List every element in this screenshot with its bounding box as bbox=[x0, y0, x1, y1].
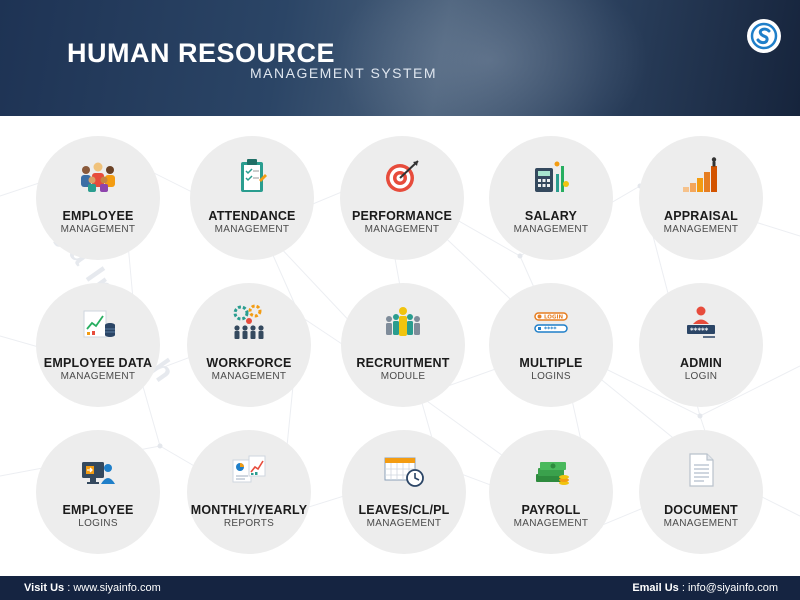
money-stack-icon bbox=[536, 462, 569, 485]
header-photo-shade bbox=[330, 0, 650, 116]
module-title: ADMIN bbox=[680, 356, 722, 370]
svg-text:*****: ***** bbox=[690, 327, 709, 335]
module-title: MULTIPLE bbox=[519, 356, 583, 370]
module-document-management[interactable]: DOCUMENT MANAGEMENT bbox=[639, 430, 763, 554]
module-subtitle: MANAGEMENT bbox=[60, 224, 136, 235]
document-icon bbox=[689, 453, 714, 487]
module-subtitle: LOGINS bbox=[531, 371, 571, 382]
admin-icon: ***** bbox=[687, 306, 715, 338]
module-employee-management[interactable]: EMPLOYEE MANAGEMENT bbox=[36, 136, 160, 260]
module-subtitle: LOGINS bbox=[78, 518, 118, 529]
email-label: Email Us bbox=[632, 582, 679, 594]
module-subtitle: MANAGEMENT bbox=[366, 518, 442, 529]
module-subtitle: MANAGEMENT bbox=[211, 371, 287, 382]
svg-text:LOGIN: LOGIN bbox=[544, 315, 564, 321]
footer-website[interactable]: Visit Us : www.siyainfo.com bbox=[24, 582, 161, 594]
data-chart-icon bbox=[83, 310, 115, 338]
clipboard-icon bbox=[241, 159, 267, 192]
module-subtitle: MODULE bbox=[380, 371, 426, 382]
footer-email[interactable]: Email Us : info@siyainfo.com bbox=[632, 582, 778, 594]
module-title: PERFORMANCE bbox=[351, 209, 453, 223]
candidate-icon bbox=[386, 307, 420, 336]
module-subtitle: MANAGEMENT bbox=[214, 224, 290, 235]
calendar-clock-icon bbox=[384, 457, 424, 487]
module-subtitle: MANAGEMENT bbox=[60, 371, 136, 382]
module-leaves-management[interactable]: LEAVES/CL/PL MANAGEMENT bbox=[342, 430, 466, 554]
module-employee-data-management[interactable]: EMPLOYEE DATA MANAGEMENT bbox=[36, 283, 160, 407]
website-link[interactable]: : www.siyainfo.com bbox=[64, 582, 161, 594]
module-title: EMPLOYEE bbox=[62, 209, 134, 223]
module-title: WORKFORCE bbox=[206, 356, 292, 370]
modules-section: Siya Infotech EMPLOYEE MANAGEMENT ATTEND… bbox=[0, 116, 800, 576]
module-title: ATTENDANCE bbox=[208, 209, 296, 223]
module-admin-login[interactable]: ***** ADMIN LOGIN bbox=[639, 283, 763, 407]
brand-logo[interactable] bbox=[747, 19, 781, 53]
team-icon bbox=[81, 162, 115, 192]
employee-login-icon bbox=[82, 462, 115, 484]
module-title: EMPLOYEE DATA bbox=[43, 356, 153, 370]
login-fields-icon: LOGIN **** bbox=[534, 312, 568, 333]
growth-stairs-icon bbox=[683, 157, 717, 192]
module-subtitle: LOGIN bbox=[684, 371, 718, 382]
module-title: DOCUMENT bbox=[664, 503, 738, 517]
module-attendance-management[interactable]: ATTENDANCE MANAGEMENT bbox=[190, 136, 314, 260]
module-title: APPRAISAL bbox=[663, 209, 739, 223]
module-subtitle: MANAGEMENT bbox=[364, 224, 440, 235]
page-subtitle: MANAGEMENT SYSTEM bbox=[250, 65, 438, 81]
module-title: LEAVES/CL/PL bbox=[358, 503, 450, 517]
module-salary-management[interactable]: SALARY MANAGEMENT bbox=[489, 136, 613, 260]
header-banner: HUMAN RESOURCE MANAGEMENT SYSTEM bbox=[0, 0, 800, 116]
module-performance-management[interactable]: PERFORMANCE MANAGEMENT bbox=[340, 136, 464, 260]
module-subtitle: MANAGEMENT bbox=[513, 518, 589, 529]
target-icon bbox=[386, 160, 419, 192]
visit-label: Visit Us bbox=[24, 582, 65, 594]
module-subtitle: MANAGEMENT bbox=[663, 224, 739, 235]
module-multiple-logins[interactable]: LOGIN **** MULTIPLE LOGINS bbox=[489, 283, 613, 407]
module-title: MONTHLY/YEARLY bbox=[190, 503, 308, 517]
module-subtitle: REPORTS bbox=[223, 518, 275, 529]
module-employee-logins[interactable]: EMPLOYEE LOGINS bbox=[36, 430, 160, 554]
email-link[interactable]: : info@siyainfo.com bbox=[679, 582, 778, 594]
module-title: RECRUITMENT bbox=[356, 356, 450, 370]
reports-icon bbox=[232, 455, 266, 483]
module-subtitle: MANAGEMENT bbox=[513, 224, 589, 235]
svg-text:****: **** bbox=[544, 326, 557, 333]
module-title: SALARY bbox=[524, 209, 578, 223]
module-title: PAYROLL bbox=[521, 503, 581, 517]
calculator-icon bbox=[535, 161, 569, 192]
module-title: EMPLOYEE bbox=[62, 503, 134, 517]
workforce-gears-icon bbox=[233, 304, 264, 339]
footer-bar: Visit Us : www.siyainfo.com Email Us : i… bbox=[0, 576, 800, 600]
module-workforce-management[interactable]: WORKFORCE MANAGEMENT bbox=[187, 283, 311, 407]
module-monthly-yearly-reports[interactable]: MONTHLY/YEARLY REPORTS bbox=[187, 430, 311, 554]
module-payroll-management[interactable]: PAYROLL MANAGEMENT bbox=[489, 430, 613, 554]
module-subtitle: MANAGEMENT bbox=[663, 518, 739, 529]
module-appraisal[interactable]: APPRAISAL MANAGEMENT bbox=[639, 136, 763, 260]
siya-logo-icon bbox=[750, 22, 778, 50]
module-recruitment[interactable]: RECRUITMENT MODULE bbox=[341, 283, 465, 407]
